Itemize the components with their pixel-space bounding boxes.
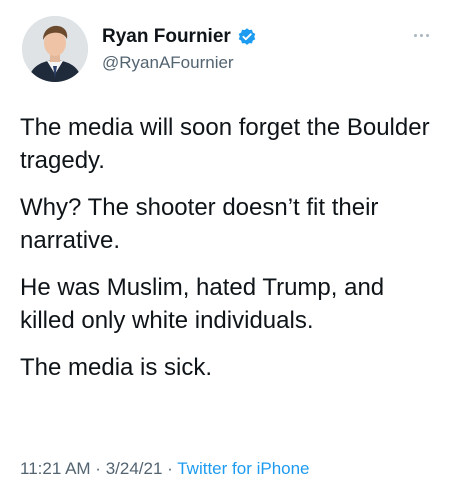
tweet-paragraph: He was Muslim, hated Trump, and killed o…: [20, 274, 385, 334]
tweet-paragraph: Why? The shooter doesn’t fit their narra…: [20, 194, 379, 254]
tweet-date[interactable]: 3/24/21: [106, 459, 163, 478]
verified-badge-icon: [237, 27, 257, 47]
profile-photo-icon: [22, 16, 88, 82]
tweet-text: The media will soon forget the Boulder t…: [20, 111, 440, 398]
tweet-paragraph: The media is sick.: [20, 354, 213, 381]
tweet-time[interactable]: 11:21 AM: [20, 459, 91, 478]
avatar[interactable]: [22, 16, 88, 82]
more-dot: [425, 33, 429, 37]
author-handle[interactable]: @RyanAFournier: [102, 53, 234, 73]
author-display-name[interactable]: Ryan Fournier: [102, 26, 231, 48]
more-dot: [413, 33, 417, 37]
author-name-row: Ryan Fournier: [102, 26, 257, 48]
tweet-source-link[interactable]: Twitter for iPhone: [177, 459, 309, 478]
meta-separator: ·: [90, 459, 106, 478]
tweet-paragraph: The media will soon forget the Boulder t…: [20, 114, 430, 174]
tweet-card: Ryan Fournier @RyanAFournier The media w…: [0, 0, 453, 500]
more-dot: [419, 33, 423, 37]
tweet-metadata: 11:21 AM · 3/24/21 · Twitter for iPhone: [20, 459, 310, 479]
more-options-icon[interactable]: [411, 30, 431, 40]
meta-separator: ·: [162, 459, 178, 478]
